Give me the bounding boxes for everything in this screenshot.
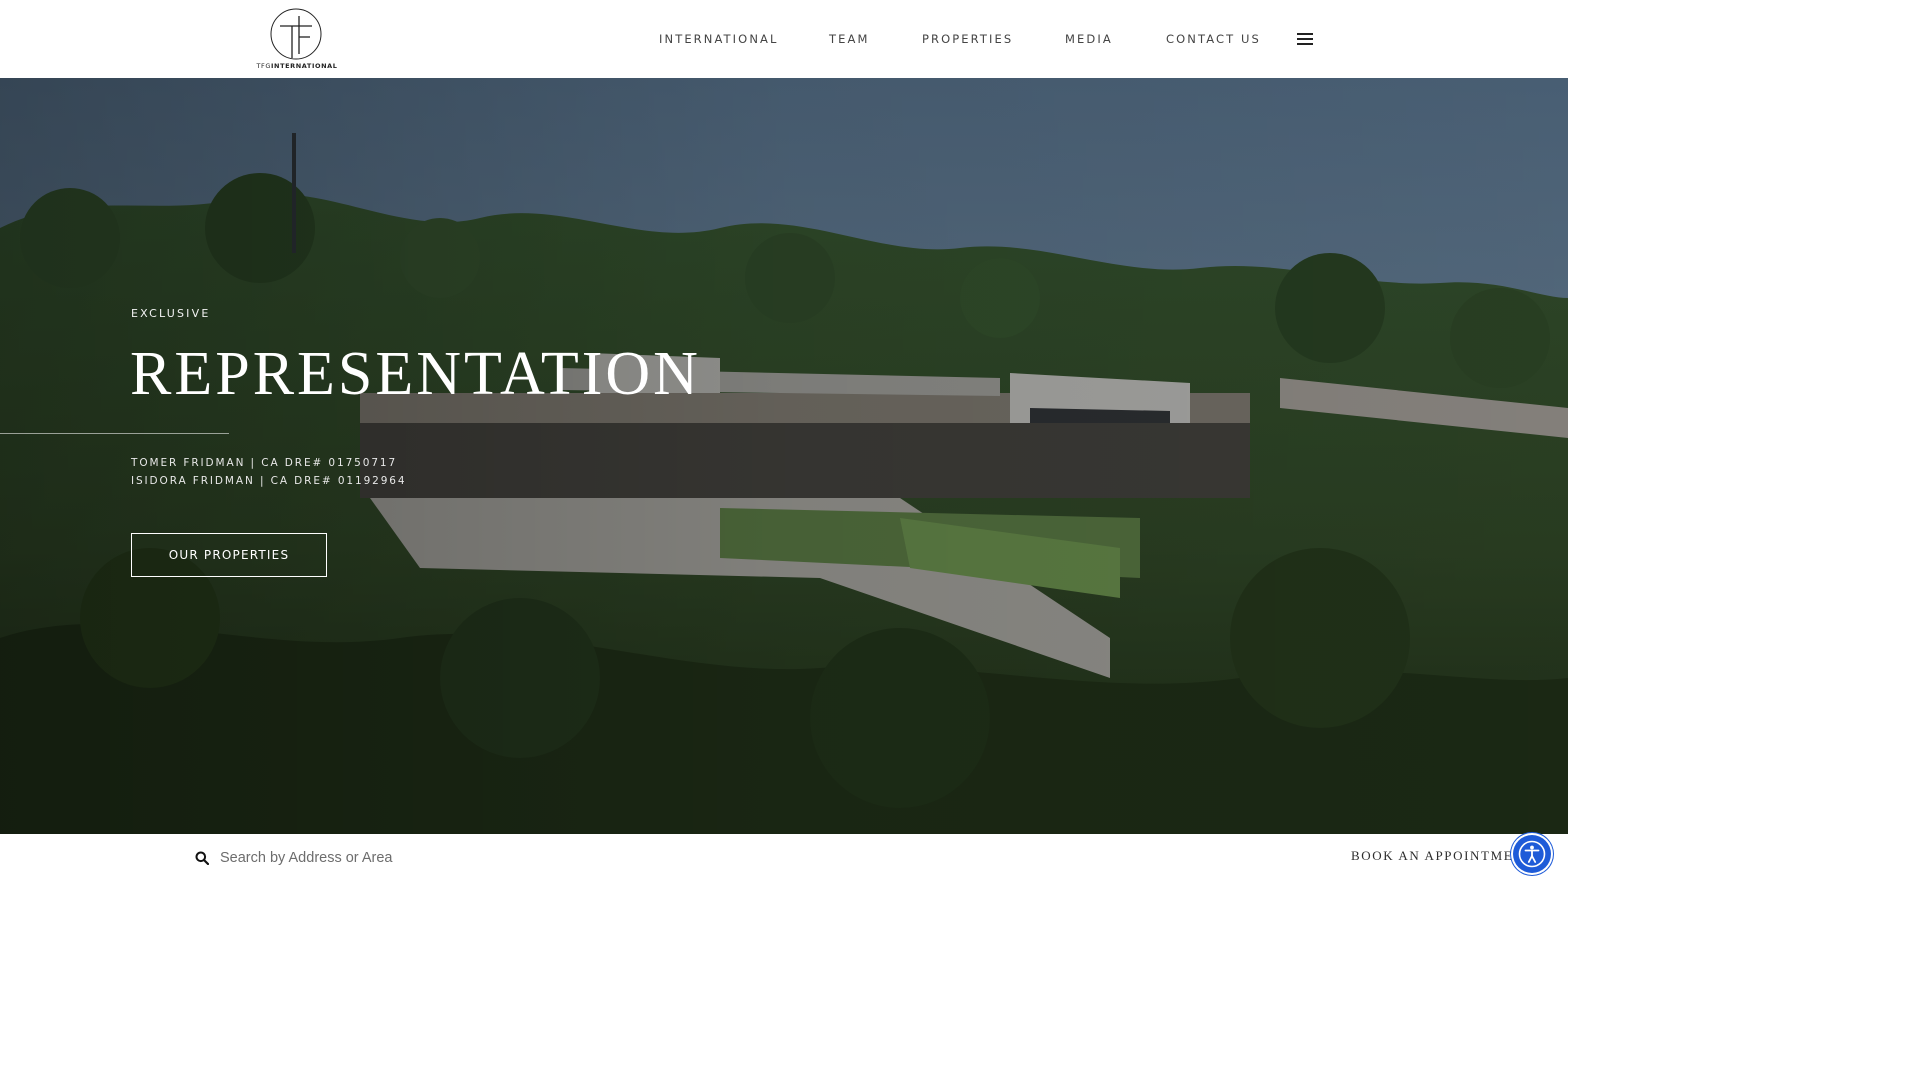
site-header: TFGINTERNATIONAL INTERNATIONAL TEAM PROP… [0,0,1568,78]
our-properties-button[interactable]: OUR PROPERTIES [131,533,327,577]
hero-overlay [0,78,1568,834]
hero-eyebrow: EXCLUSIVE [131,307,211,320]
hero-divider [0,433,229,434]
nav-properties[interactable]: PROPERTIES [922,32,1013,46]
nav-media[interactable]: MEDIA [1065,32,1113,46]
book-appointment-link[interactable]: BOOK AN APPOINTMENT [1351,848,1534,864]
license-isidora: ISIDORA FRIDMAN | CA DRE# 01192964 [131,475,407,487]
nav-contact-us[interactable]: CONTACT US [1166,32,1261,46]
accessibility-icon [1518,840,1546,868]
hero-title: REPRESENTATION [130,340,701,408]
license-tomer: TOMER FRIDMAN | CA DRE# 01750717 [131,457,398,469]
search-bar: BOOK AN APPOINTMENT [0,834,1568,882]
hamburger-menu-icon[interactable] [1297,33,1313,46]
page: TFGINTERNATIONAL INTERNATIONAL TEAM PROP… [0,0,1568,882]
nav-team[interactable]: TEAM [829,32,869,46]
logo-word: INTERNATIONAL [271,62,338,70]
hero-section: EXCLUSIVE REPRESENTATION TOMER FRIDMAN |… [0,78,1568,834]
logo-prefix: TFG [256,62,272,70]
nav-international[interactable]: INTERNATIONAL [659,32,779,46]
search-icon[interactable] [195,851,209,865]
accessibility-button[interactable] [1513,835,1551,873]
main-nav: INTERNATIONAL TEAM PROPERTIES MEDIA CONT… [0,28,1568,52]
search-input[interactable] [218,846,602,870]
logo-wordmark: TFGINTERNATIONAL [254,62,340,70]
